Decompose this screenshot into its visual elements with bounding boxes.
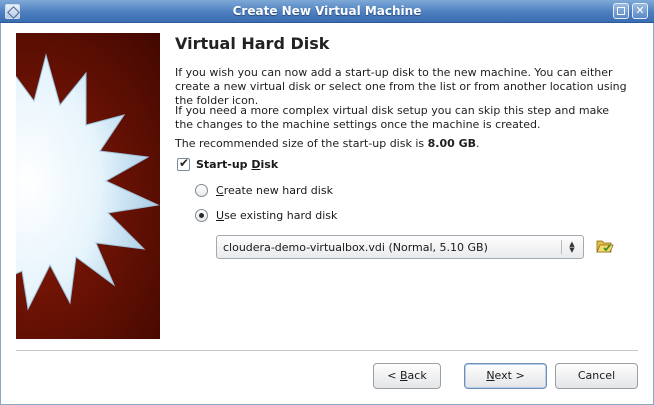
create-new-disk-label: Create new hard disk [216,183,333,197]
checkbox-check-icon[interactable] [177,156,190,171]
advanced-text: If you need a more complex virtual disk … [175,104,610,131]
recommended-prefix: The recommended size of the start-up dis… [175,137,428,150]
star-burst-graphic [16,53,160,311]
startup-disk-label: Start-up Disk [196,157,279,171]
create-new-disk-radio[interactable]: Create new hard disk [195,183,333,197]
radio-unchecked-icon[interactable] [195,183,208,197]
cancel-button[interactable]: Cancel [555,363,638,389]
button-separator [16,350,638,352]
page-heading: Virtual Hard Disk [175,34,330,53]
choose-disk-button[interactable] [596,237,614,255]
recommended-size-text: The recommended size of the start-up dis… [175,137,630,151]
use-existing-disk-radio[interactable]: Use existing hard disk [195,208,337,222]
back-button[interactable]: < Back [373,363,441,389]
radio-checked-icon[interactable] [195,208,208,222]
use-existing-disk-label: Use existing hard disk [216,208,338,222]
window-title: Create New Virtual Machine [232,4,422,18]
startup-disk-checkbox[interactable]: Start-up Disk [177,156,279,171]
maximize-icon [617,7,625,15]
close-button[interactable]: ✕ [632,3,648,19]
wizard-image [16,33,160,339]
close-icon: ✕ [635,4,645,17]
maximize-button[interactable] [613,3,629,19]
intro-text: If you wish you can now add a start-up d… [175,66,627,107]
existing-disk-value: cloudera-demo-virtualbox.vdi (Normal, 5.… [223,240,488,254]
recommended-suffix: . [476,137,480,150]
recommended-size-value: 8.00 GB [427,137,477,150]
combo-separator [561,240,562,254]
folder-open-icon [596,240,614,253]
existing-disk-select[interactable]: cloudera-demo-virtualbox.vdi (Normal, 5.… [216,235,584,259]
title-bar[interactable]: Create New Virtual Machine ✕ [0,0,654,23]
next-button[interactable]: Next > [464,363,547,389]
chevron-up-down-icon[interactable]: ▲ ▼ [566,241,578,254]
